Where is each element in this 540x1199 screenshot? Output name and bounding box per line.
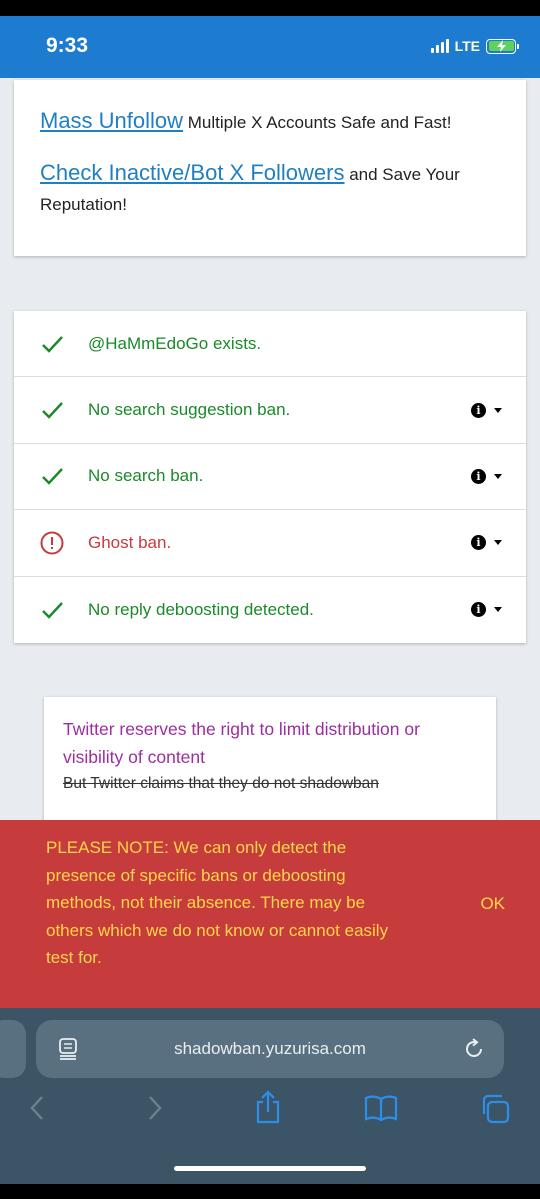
network-label: LTE <box>454 38 480 54</box>
url-text: shadowban.yuzurisa.com <box>174 1039 366 1058</box>
bookmarks-icon[interactable] <box>364 1094 398 1122</box>
battery-icon <box>486 38 519 54</box>
twitter-note-card: Twitter reserves the right to limit dist… <box>44 697 496 837</box>
check-icon <box>42 468 63 486</box>
promo-card: Mass Unfollow Multiple X Accounts Safe a… <box>14 80 526 256</box>
status-right: LTE <box>430 38 519 54</box>
result-row-exists: @HaMmEdoGo exists. <box>14 311 526 378</box>
result-row-search-suggestion[interactable]: No search suggestion ban. i <box>14 377 526 444</box>
previous-tab-peek[interactable] <box>0 1020 26 1078</box>
caret-down-icon[interactable] <box>494 607 502 613</box>
result-row-ghost-ban[interactable]: Ghost ban. i <box>14 510 526 577</box>
share-icon[interactable] <box>254 1090 282 1124</box>
twitter-claim-text: But Twitter claims that they do not shad… <box>63 775 379 792</box>
promo-line-1: Mass Unfollow Multiple X Accounts Safe a… <box>40 106 500 138</box>
result-text: No search suggestion ban. <box>88 400 291 420</box>
ok-button[interactable]: OK <box>480 894 505 914</box>
check-icon <box>42 335 63 353</box>
home-indicator[interactable] <box>174 1166 366 1171</box>
caret-down-icon[interactable] <box>494 473 502 479</box>
bot-followers-link[interactable]: Bot X Followers <box>190 160 344 185</box>
caret-down-icon[interactable] <box>494 407 502 413</box>
result-text: No search ban. <box>88 466 204 486</box>
promo-line-2: Check Inactive/Bot X Followers and Save … <box>40 158 500 220</box>
notice-message: PLEASE NOTE: We can only detect the pres… <box>46 838 389 967</box>
twitter-note-text: Twitter reserves the right to limit dist… <box>63 719 420 767</box>
info-icon[interactable]: i <box>471 402 486 418</box>
result-row-reply-deboosting[interactable]: No reply deboosting detected. i <box>14 577 526 643</box>
notice-banner: PLEASE NOTE: We can only detect the pres… <box>0 820 540 1008</box>
address-bar[interactable]: shadowban.yuzurisa.com <box>36 1020 504 1078</box>
tabs-icon[interactable] <box>480 1094 512 1124</box>
result-details-toggle[interactable]: i <box>471 535 502 551</box>
result-text: No reply deboosting detected. <box>88 599 314 619</box>
screen: 9:33 LTE Mass Unfollow Multiple X Accoun… <box>0 16 540 1184</box>
result-details-toggle[interactable]: i <box>471 402 502 418</box>
browser-bar: shadowban.yuzurisa.com <box>0 1008 540 1184</box>
info-icon[interactable]: i <box>471 468 486 484</box>
reload-icon[interactable] <box>464 1037 486 1061</box>
check-inactive-link[interactable]: Check Inactive <box>40 160 184 185</box>
back-icon[interactable] <box>28 1094 48 1122</box>
status-bar: 9:33 LTE <box>0 16 540 78</box>
mass-unfollow-link[interactable]: Mass Unfollow <box>40 108 183 133</box>
alert-icon <box>40 531 64 555</box>
caret-down-icon[interactable] <box>494 540 502 546</box>
promo-text-1: Multiple X Accounts Safe and Fast! <box>183 113 452 132</box>
signal-icon <box>430 39 449 53</box>
check-icon <box>42 601 63 619</box>
status-time: 9:33 <box>46 34 89 57</box>
result-text: @HaMmEdoGo exists. <box>88 333 262 353</box>
result-text: Ghost ban. <box>88 532 172 552</box>
check-icon <box>42 402 63 419</box>
result-details-toggle[interactable]: i <box>471 602 502 618</box>
info-icon[interactable]: i <box>471 535 486 551</box>
info-icon[interactable]: i <box>471 602 486 618</box>
browser-toolbar <box>0 1090 540 1134</box>
result-details-toggle[interactable]: i <box>471 468 502 484</box>
results-card: @HaMmEdoGo exists. No search suggestion … <box>14 311 526 643</box>
result-row-search-ban[interactable]: No search ban. i <box>14 444 526 511</box>
forward-icon[interactable] <box>144 1094 164 1122</box>
